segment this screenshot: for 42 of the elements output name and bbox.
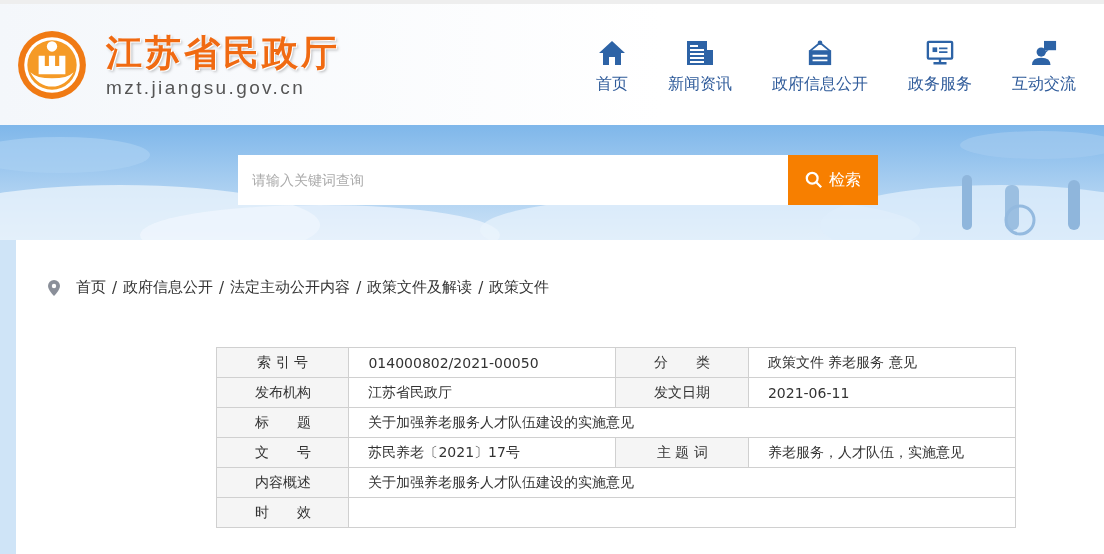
home-icon (598, 40, 626, 66)
table-cell: 江苏省民政厅 (348, 377, 616, 408)
table-cell: 苏民养老〔2021〕17号 (348, 437, 616, 468)
nav-item[interactable]: 首页 (596, 40, 628, 95)
breadcrumb-separator: / (219, 278, 225, 297)
table-label-cell: 文 号 (216, 437, 349, 468)
nav-item[interactable]: 互动交流 (1012, 40, 1076, 95)
breadcrumb-link[interactable]: 政策文件及解读 (367, 278, 473, 297)
table-cell: 养老服务，人才队伍，实施意见 (748, 437, 1016, 468)
table-label-cell: 标 题 (216, 407, 349, 438)
table-label-cell: 主 题 词 (616, 437, 749, 468)
table-label-cell: 分 类 (616, 347, 749, 378)
table-cell: 014000802/2021-00050 (348, 347, 616, 378)
person-chat-icon (1030, 40, 1058, 66)
monitor-icon (926, 40, 954, 66)
hanging-sign-icon (806, 40, 834, 66)
breadcrumb-separator: / (478, 278, 484, 297)
table-label-cell: 内容概述 (216, 467, 349, 498)
table-cell: 政策文件 养老服务 意见 (748, 347, 1016, 378)
breadcrumb-separator: / (112, 278, 118, 297)
breadcrumb-link[interactable]: 政府信息公开 (123, 278, 214, 297)
logo-icon (16, 28, 88, 101)
site-title: 江苏省民政厅 (106, 30, 340, 75)
breadcrumb-separator: / (356, 278, 362, 297)
table-cell: 关于加强养老服务人才队伍建设的实施意见 (348, 467, 1016, 498)
nav-item[interactable]: 新闻资讯 (668, 40, 732, 95)
site-domain: mzt.jiangsu.gov.cn (106, 76, 307, 99)
nav-item[interactable]: 政务服务 (908, 40, 972, 95)
table-label-cell: 发文日期 (616, 377, 749, 408)
table-cell: 2021-06-11 (748, 377, 1016, 408)
table-label-cell: 时 效 (216, 497, 349, 528)
breadcrumb-link[interactable]: 政策文件 (489, 278, 550, 297)
document-icon (686, 40, 714, 66)
table-label-cell: 索 引 号 (216, 347, 349, 378)
search-icon (805, 171, 823, 189)
nav-item[interactable]: 政府信息公开 (772, 40, 868, 95)
table-label-cell: 发布机构 (216, 377, 349, 408)
search-field[interactable]: 请输入关键词查询 (238, 155, 788, 205)
table-cell: 关于加强养老服务人才队伍建设的实施意见 (348, 407, 1016, 438)
location-pin-icon (48, 279, 60, 296)
breadcrumb-link[interactable]: 法定主动公开内容 (230, 278, 351, 297)
breadcrumb-link[interactable]: 首页 (76, 278, 106, 297)
